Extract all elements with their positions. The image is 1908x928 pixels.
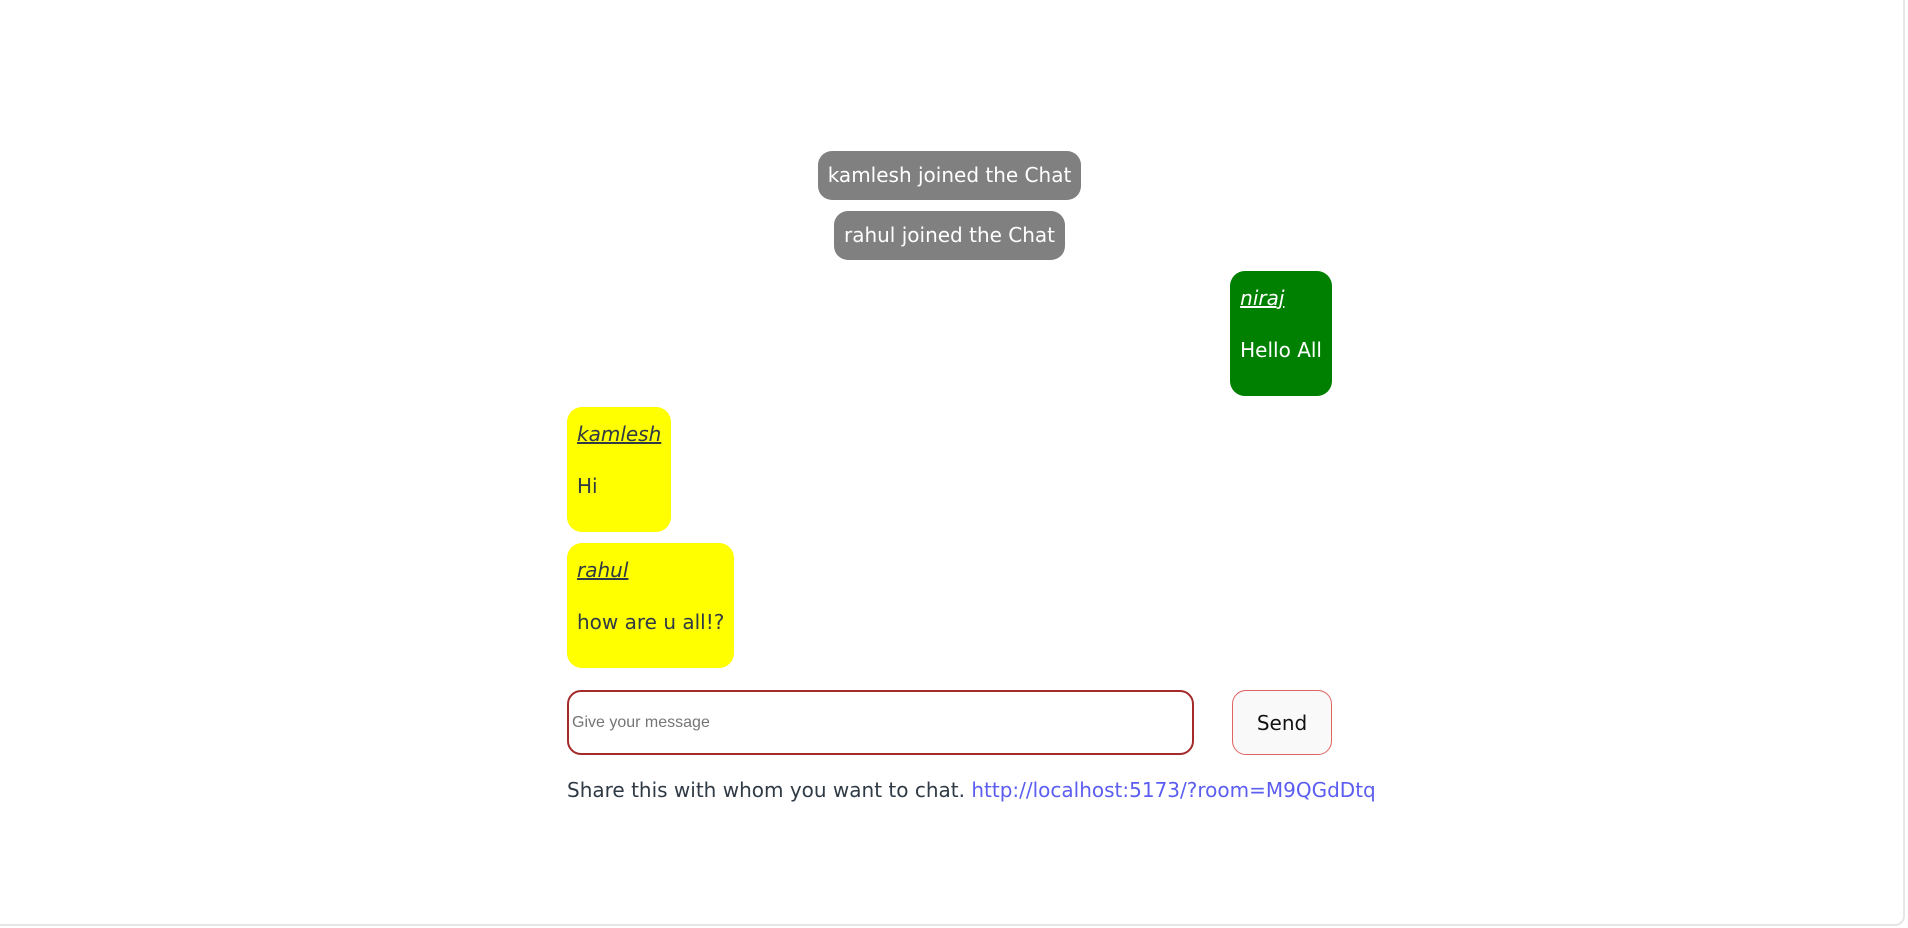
message-bubble-own: niraj Hello All — [1230, 271, 1332, 396]
message-input[interactable] — [567, 690, 1194, 755]
message-row: kamlesh Hi — [567, 407, 1332, 532]
message-bubble-other: rahul how are u all!? — [567, 543, 735, 668]
system-message-row: kamlesh joined the Chat — [567, 151, 1332, 200]
message-text: Hello All — [1240, 338, 1322, 362]
system-message: kamlesh joined the Chat — [817, 151, 1082, 200]
message-bubble-other: kamlesh Hi — [567, 407, 672, 532]
message-composer: Send — [567, 690, 1332, 755]
share-section: Share this with whom you want to chat. h… — [567, 776, 1376, 804]
message-row: rahul how are u all!? — [567, 543, 1332, 668]
message-sender: niraj — [1240, 286, 1285, 310]
room-link[interactable]: http://localhost:5173/?room=M9QGdDtq — [971, 778, 1375, 802]
system-message: rahul joined the Chat — [833, 211, 1066, 260]
chat-messages: kamlesh joined the Chat rahul joined the… — [567, 151, 1332, 679]
message-text: how are u all!? — [577, 610, 725, 634]
system-message-row: rahul joined the Chat — [567, 211, 1332, 260]
share-text: Share this with whom you want to chat. — [567, 778, 965, 802]
message-sender: rahul — [577, 558, 629, 582]
send-button[interactable]: Send — [1232, 690, 1332, 755]
message-row: niraj Hello All — [567, 271, 1332, 396]
message-sender: kamlesh — [577, 422, 662, 446]
message-text: Hi — [577, 474, 598, 498]
